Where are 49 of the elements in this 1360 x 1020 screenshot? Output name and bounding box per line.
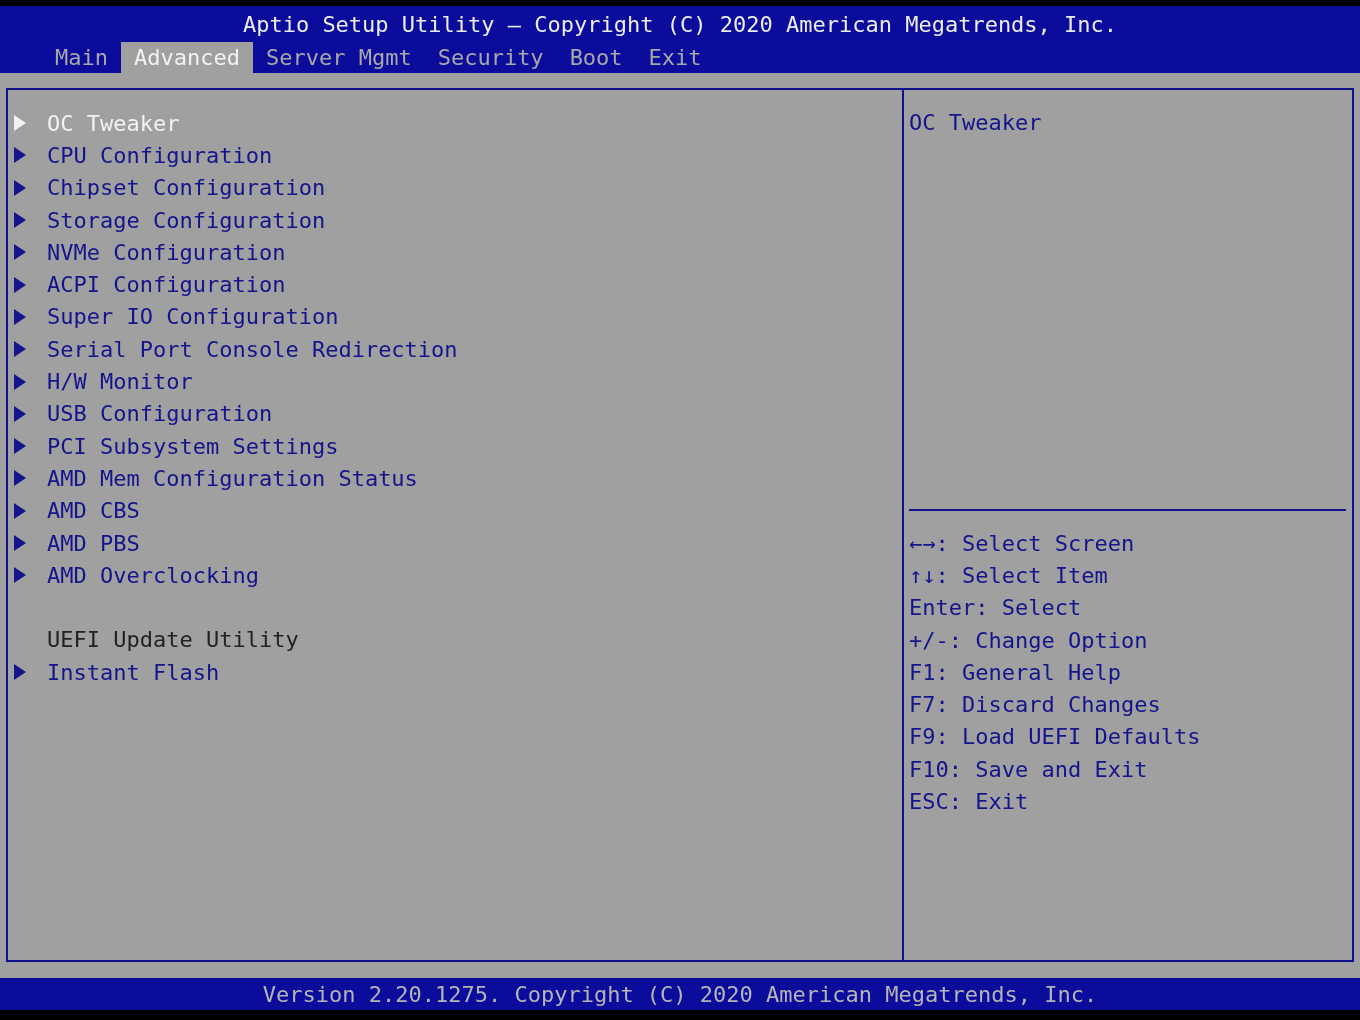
menu-tab[interactable]: Security [424, 42, 557, 73]
triangle-icon [14, 341, 26, 358]
key-hint: F1: General Help [909, 659, 1121, 685]
triangle-icon [14, 212, 26, 229]
key-hint: F9: Load UEFI Defaults [909, 724, 1201, 750]
menu-item[interactable]: Chipset Configuration [47, 175, 326, 201]
triangle-icon [14, 308, 26, 325]
menu-item[interactable]: AMD Mem Configuration Status [47, 465, 418, 491]
triangle-icon [14, 502, 26, 519]
menu-item[interactable]: Super IO Configuration [47, 304, 339, 330]
menu-tab[interactable]: Main [42, 42, 121, 73]
triangle-icon [14, 115, 26, 132]
key-hint: ↑↓: Select Item [909, 562, 1108, 588]
triangle-icon [14, 567, 26, 584]
triangle-icon [14, 179, 26, 196]
menu-tab[interactable]: Server Mgmt [252, 42, 425, 73]
section-label: UEFI Update Utility [47, 627, 299, 653]
triangle-icon [14, 535, 26, 551]
triangle-icon [14, 438, 26, 455]
menu-item[interactable]: NVMe Configuration [47, 239, 286, 265]
triangle-icon [14, 373, 26, 390]
menu-item[interactable]: PCI Subsystem Settings [47, 433, 339, 459]
window-title: Aptio Setup Utility – Copyright (C) 2020 American Megatrends, Inc. [241, 11, 1119, 39]
menu-tab[interactable]: Boot [556, 42, 636, 73]
triangle-icon [14, 147, 26, 164]
key-hint: F10: Save and Exit [909, 756, 1148, 782]
key-hint: Enter: Select [909, 595, 1082, 621]
menu-item[interactable]: CPU Configuration [47, 142, 273, 168]
menu-tab[interactable]: Exit [635, 42, 715, 73]
menu-item[interactable]: H/W Monitor [47, 369, 193, 394]
menu-item[interactable]: Instant Flash [47, 659, 220, 685]
key-hint: F7: Discard Changes [909, 692, 1161, 718]
menu-item[interactable]: USB Configuration [47, 401, 273, 427]
key-hint: ESC: Exit [909, 789, 1029, 814]
key-hint: ←→: Select Screen [909, 530, 1135, 556]
menu-item[interactable]: Storage Configuration [47, 207, 326, 233]
triangle-icon [14, 470, 26, 487]
triangle-icon [14, 244, 26, 261]
menu-item[interactable]: AMD Overclocking [47, 562, 259, 588]
key-hint: +/-: Change Option [909, 627, 1148, 653]
menu-item[interactable]: AMD CBS [47, 498, 140, 524]
version-text: Version 2.20.1275. Copyright (C) 2020 American Megatrends, Inc. [262, 981, 1098, 1007]
menu-item[interactable]: Serial Port Console Redirection [47, 336, 458, 362]
triangle-icon [14, 664, 26, 681]
triangle-icon [14, 276, 26, 293]
menu-item[interactable]: ACPI Configuration [47, 272, 286, 298]
help-description: OC Tweaker [909, 110, 1042, 135]
menu-item[interactable]: AMD PBS [47, 530, 140, 556]
triangle-icon [14, 405, 26, 422]
